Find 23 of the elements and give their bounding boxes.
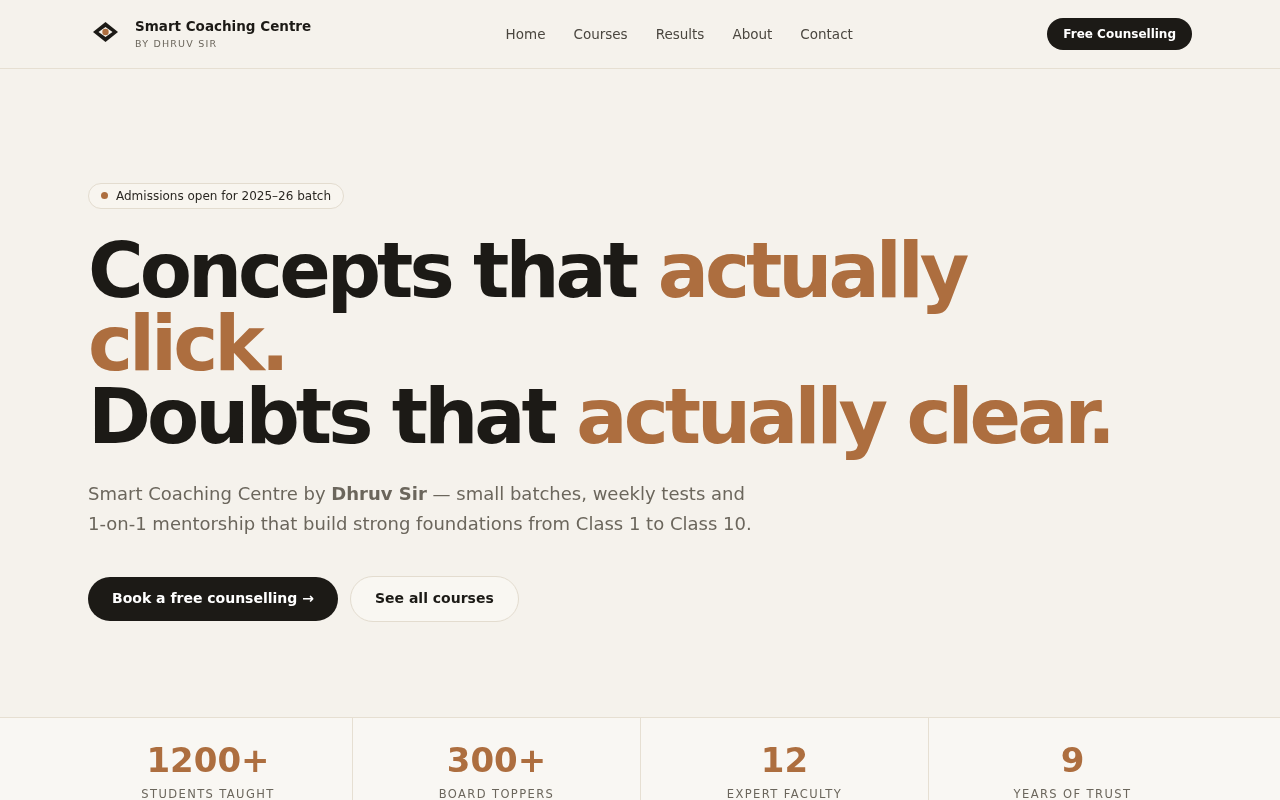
hero-heading: Concepts that actually click. Doubts that actually clear.	[88, 225, 1113, 462]
counselling-button[interactable]: Book a free counselling →	[88, 576, 338, 621]
free-counselling-button[interactable]: Free Counselling	[1047, 18, 1192, 50]
courses-button[interactable]: See all courses	[349, 575, 519, 622]
nav-link[interactable]: Home	[505, 23, 546, 45]
stat-label: YEARS OF TRUST	[1013, 787, 1132, 800]
stat-value: 12	[760, 739, 809, 781]
diamond-logo-icon	[92, 21, 119, 43]
stat-label: BOARD TOPPERS	[438, 787, 555, 800]
status-dot-icon	[101, 192, 108, 199]
stat-value: 1200+	[146, 739, 270, 781]
nav-link[interactable]: Results	[655, 23, 705, 45]
nav-link[interactable]: Contact	[800, 23, 853, 45]
nav-link[interactable]: About	[732, 23, 773, 45]
stat-value: 9	[1060, 739, 1085, 781]
stat-label: STUDENTS TAUGHT	[141, 787, 275, 800]
brand-name[interactable]: Smart Coaching Centre	[135, 18, 312, 35]
nav-link[interactable]: Courses	[573, 23, 628, 45]
brand-tagline: BY DHRUV SIR	[135, 38, 219, 50]
badge-text: Admissions open for 2025–26 batch	[116, 187, 332, 204]
stat-label: EXPERT FACULTY	[726, 787, 843, 800]
stat-value: 300+	[446, 739, 547, 781]
hero-description: Smart Coaching Centre by Dhruv Sir — small batches, weekly tests and 1-on-1 mentorship that build strong foundations from Class 1 to Class 10.	[88, 481, 753, 536]
